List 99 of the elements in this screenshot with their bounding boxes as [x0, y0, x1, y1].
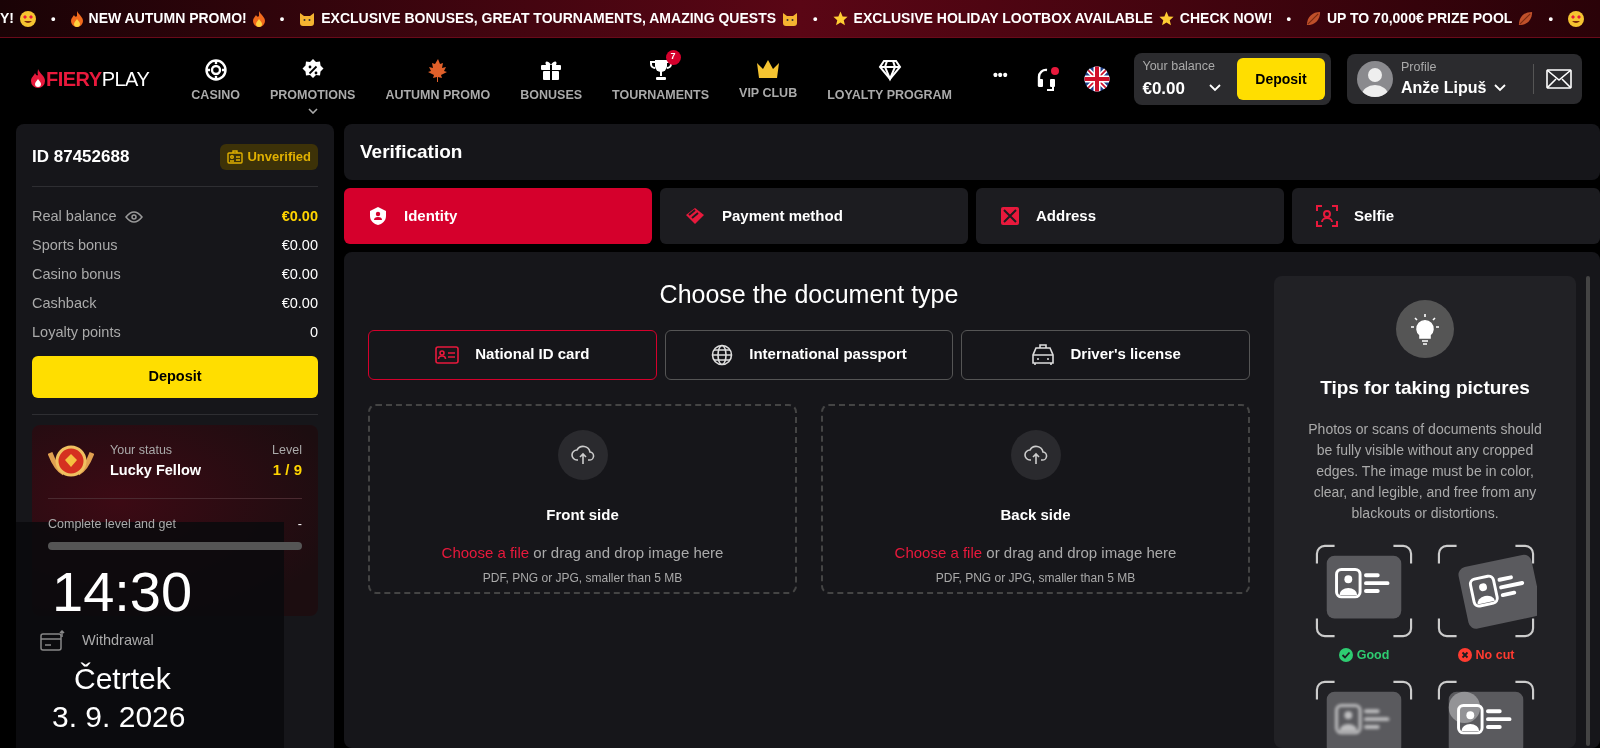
balance-row-value: €0.00: [281, 294, 318, 314]
reward-value: -: [297, 515, 302, 533]
choose-file-link[interactable]: Choose a file: [894, 544, 983, 561]
promo-text: UP TO 70,000€ PRIZE POOL: [1326, 9, 1513, 28]
verification-tab[interactable]: Selfie: [1292, 188, 1600, 244]
separator-dot: •: [813, 9, 818, 28]
balance-row-label: Cashback: [32, 294, 97, 314]
nav-link[interactable]: CASINO: [185, 49, 246, 105]
status-badge: Unverified: [220, 144, 318, 170]
promo-text: EXCLUSIVE BONUSES, GREAT TOURNAMENTS, AMAZING QUESTS: [321, 9, 777, 28]
balance-row-value: €0.00: [281, 207, 318, 227]
document-type-option[interactable]: International passport: [664, 329, 954, 380]
count-badge: 7: [665, 49, 681, 65]
choose-file-link[interactable]: Choose a file: [441, 544, 530, 561]
balance-row-label: Real balance: [32, 207, 117, 227]
status-caption: Your status: [110, 441, 174, 459]
balance-row-value: 0: [309, 323, 318, 343]
withdrawal-link[interactable]: Withdrawal: [82, 629, 154, 652]
trophy-icon: [648, 57, 673, 82]
more-button[interactable]: •••: [991, 63, 1009, 87]
verification-tab[interactable]: Identity: [344, 188, 652, 244]
star-icon: [1157, 10, 1175, 27]
upload-hint: PDF, PNG or JPG, smaller than 5 MB: [482, 569, 683, 587]
upload-dropzone[interactable]: Back side Choose a file or drag and drop image here PDF, PNG or JPG, smaller than 5 MB: [821, 403, 1250, 594]
section-heading: Choose the document type: [658, 279, 960, 310]
chevron-down-icon: [1209, 84, 1221, 93]
smiling-face-icon: [1566, 9, 1585, 28]
account-id: ID 87452688: [32, 146, 130, 168]
promo-text: NEW AUTUMN PROMO!: [88, 9, 247, 28]
verdict-label: Good: [1356, 646, 1390, 664]
avatar-icon: [1357, 61, 1393, 97]
upload-instruction: Choose a file or drag and drop image here: [441, 543, 724, 563]
separator-dot: •: [279, 9, 285, 28]
nav-link[interactable]: PROMOTIONS: [263, 49, 362, 115]
upload-hint: PDF, PNG or JPG, smaller than 5 MB: [935, 569, 1136, 587]
card-upload-icon: [40, 629, 66, 652]
diamond-icon: [877, 57, 902, 82]
separator-dot: •: [1548, 9, 1553, 28]
progress-label: Complete level and get: [48, 515, 176, 533]
separator-dot: •: [1286, 9, 1291, 28]
page-title: Verification: [344, 124, 1600, 180]
level-caption: Level: [272, 441, 302, 459]
balance-row-label: Casino bonus: [32, 265, 121, 285]
id-card-icon: [435, 345, 460, 364]
leaf-icon: [1517, 10, 1535, 27]
upload-title: Front side: [546, 504, 619, 525]
cat-face-icon: [781, 10, 800, 27]
globe-icon: [711, 343, 734, 366]
balance-dropdown[interactable]: €0.00: [1142, 75, 1221, 102]
upload-instruction: Choose a file or drag and drop image here: [894, 543, 1177, 563]
profile-dropdown[interactable]: Profile Anže Lipuš: [1401, 57, 1521, 101]
mail-icon[interactable]: [1546, 69, 1572, 89]
nav-link[interactable]: AUTUMN PROMO: [379, 49, 497, 105]
nav-link[interactable]: BONUSES: [514, 49, 589, 105]
flame-icon: [69, 9, 84, 28]
leaf-icon: [1304, 10, 1322, 27]
clock-day: Četrtek: [74, 664, 284, 694]
balance-row-value: €0.00: [281, 265, 318, 285]
status-name: Lucky Fellow: [110, 460, 203, 480]
upload-dropzone[interactable]: Front side Choose a file or drag and drop image here PDF, PNG or JPG, smaller than 5 MB: [368, 403, 797, 594]
deposit-button[interactable]: Deposit: [32, 355, 318, 398]
chip-icon: [203, 57, 228, 82]
balance-row-value: €0.00: [281, 236, 318, 256]
verification-tab[interactable]: Payment method: [660, 188, 968, 244]
shield-user-icon: [368, 206, 388, 226]
card-icon: [684, 206, 706, 226]
cat-face-icon: [298, 10, 317, 27]
logo[interactable]: FIERYPLAY: [30, 64, 150, 94]
uk-flag-icon[interactable]: [1084, 66, 1111, 92]
document-type-option[interactable]: National ID card: [368, 329, 657, 380]
star-icon: [831, 10, 849, 27]
tips-text: Photos or scans of documents should be fully visible without any cropped edges. The image must be in color, clear, and legible, and free from any blackouts or distortions.: [1307, 419, 1543, 523]
smiling-face-icon: [19, 9, 37, 28]
clock-date: 3. 9. 2026: [52, 702, 187, 732]
balance-label: Your balance: [1142, 57, 1216, 75]
nav-link[interactable]: TOURNAMENTS 7: [606, 49, 716, 105]
car-icon: [1030, 343, 1055, 366]
nav-link[interactable]: VIP CLUB: [733, 49, 804, 103]
separator-dot: •: [51, 9, 56, 28]
nav-link[interactable]: LOYALTY PROGRAM: [821, 49, 958, 105]
balance-row-label: Sports bonus: [32, 236, 118, 256]
clock-time: 14:30: [52, 564, 194, 620]
level-value: 1 / 9: [272, 460, 302, 481]
upload-title: Back side: [1000, 504, 1071, 525]
scrollbar-thumb[interactable]: [1586, 276, 1590, 746]
verdict-label: No cut: [1475, 646, 1515, 664]
balance-row-label: Loyalty points: [32, 323, 121, 343]
eye-icon[interactable]: [124, 211, 143, 223]
verification-tab[interactable]: Address: [976, 188, 1284, 244]
tips-title: Tips for taking pictures: [1320, 376, 1530, 400]
document-type-option[interactable]: Driver's license: [961, 329, 1250, 380]
support-icon[interactable]: [1036, 66, 1061, 92]
chevron-down-icon: [1494, 84, 1507, 93]
face-scan-icon: [1316, 205, 1338, 227]
deposit-button[interactable]: Deposit: [1237, 58, 1325, 100]
flame-icon: [251, 9, 266, 28]
promo-text: EXCLUSIVE HOLIDAY LOOTBOX AVAILABLE: [853, 9, 1153, 28]
promo-text: CHECK NOW!: [1179, 9, 1273, 28]
promo-text: Y!: [0, 9, 14, 28]
